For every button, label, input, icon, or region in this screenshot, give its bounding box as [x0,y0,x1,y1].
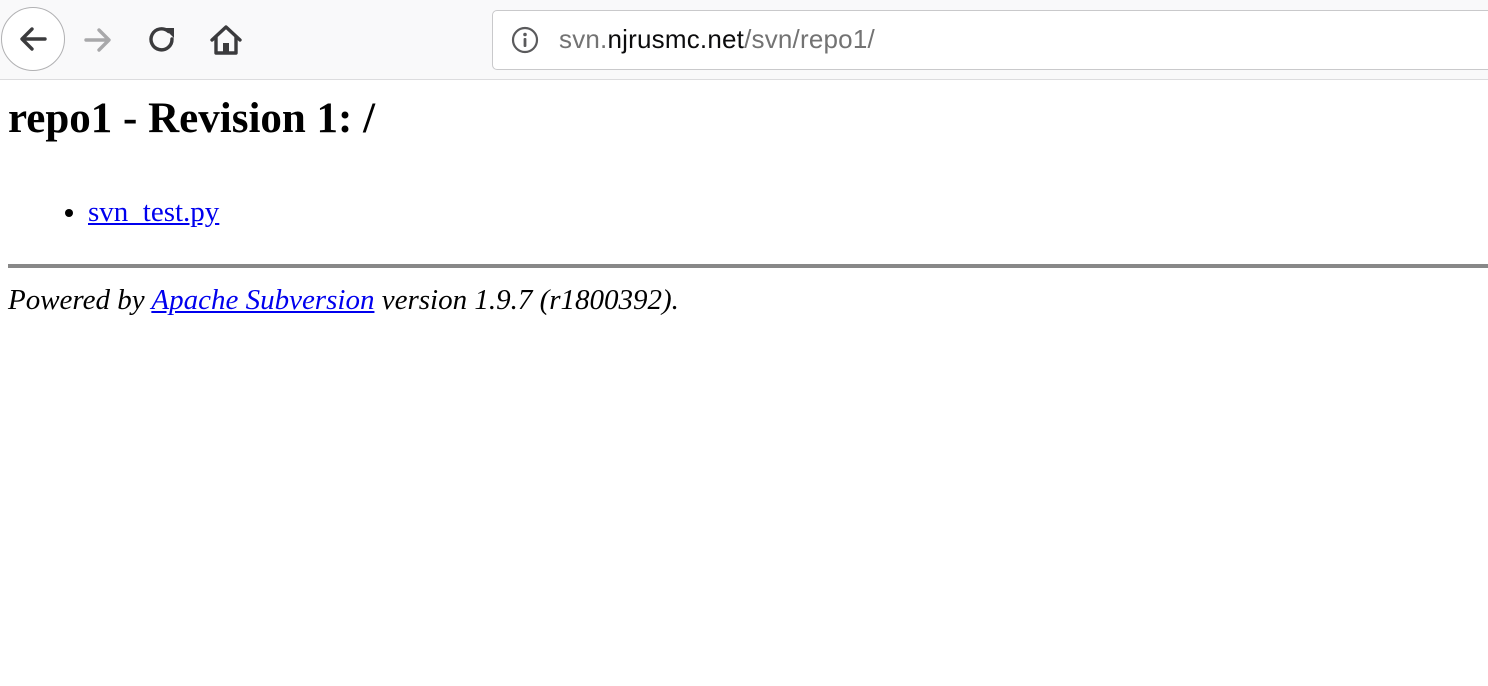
url-bar[interactable]: svn.njrusmc.net/svn/repo1/ [492,10,1488,70]
file-link-svn-test-py[interactable]: svn_test.py [88,196,219,228]
url-text[interactable]: svn.njrusmc.net/svn/repo1/ [559,24,875,55]
home-icon [210,25,242,55]
url-prefix: svn. [559,24,608,54]
back-button[interactable] [1,7,65,71]
page-title: repo1 - Revision 1: / [8,95,376,142]
file-list: svn_test.py [0,192,219,232]
apache-subversion-link[interactable]: Apache Subversion [151,284,374,316]
footer-prefix: Powered by [8,284,152,316]
arrow-right-icon [84,28,111,52]
page-content: repo1 - Revision 1: / svn_test.py Powere… [0,80,1488,686]
browser-toolbar: svn.njrusmc.net/svn/repo1/ [0,0,1488,80]
url-path: /svn/repo1/ [744,24,875,54]
reload-button[interactable] [140,18,184,62]
info-icon[interactable] [511,26,539,54]
list-item: svn_test.py [88,192,219,232]
home-button[interactable] [204,18,248,62]
forward-button[interactable] [76,18,120,62]
reload-icon [149,27,174,52]
footer-suffix: version 1.9.7 (r1800392). [374,284,679,316]
arrow-left-icon [20,27,47,51]
divider [8,264,1488,268]
url-domain: njrusmc.net [607,24,745,54]
footer: Powered by Apache Subversion version 1.9… [8,284,679,317]
